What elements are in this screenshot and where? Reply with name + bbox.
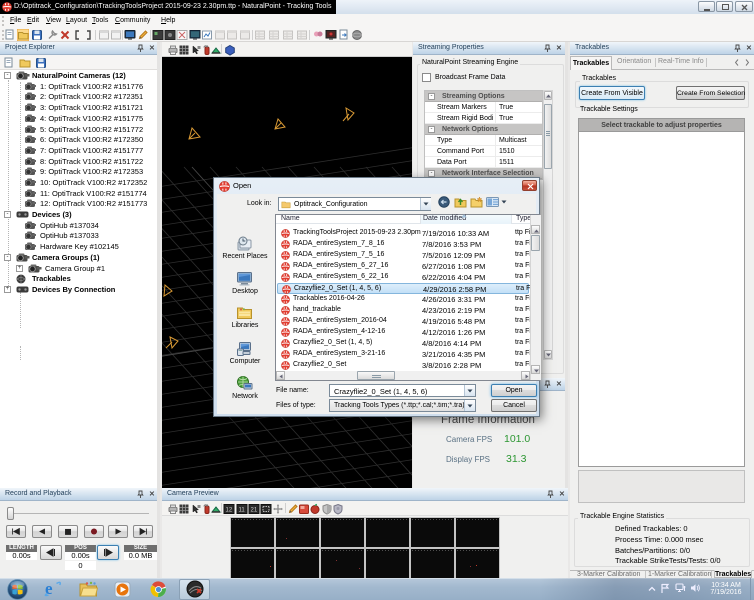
- svg-text:12: 12: [226, 508, 233, 514]
- svg-text:11: 11: [239, 508, 246, 514]
- svg-text:21: 21: [251, 508, 258, 514]
